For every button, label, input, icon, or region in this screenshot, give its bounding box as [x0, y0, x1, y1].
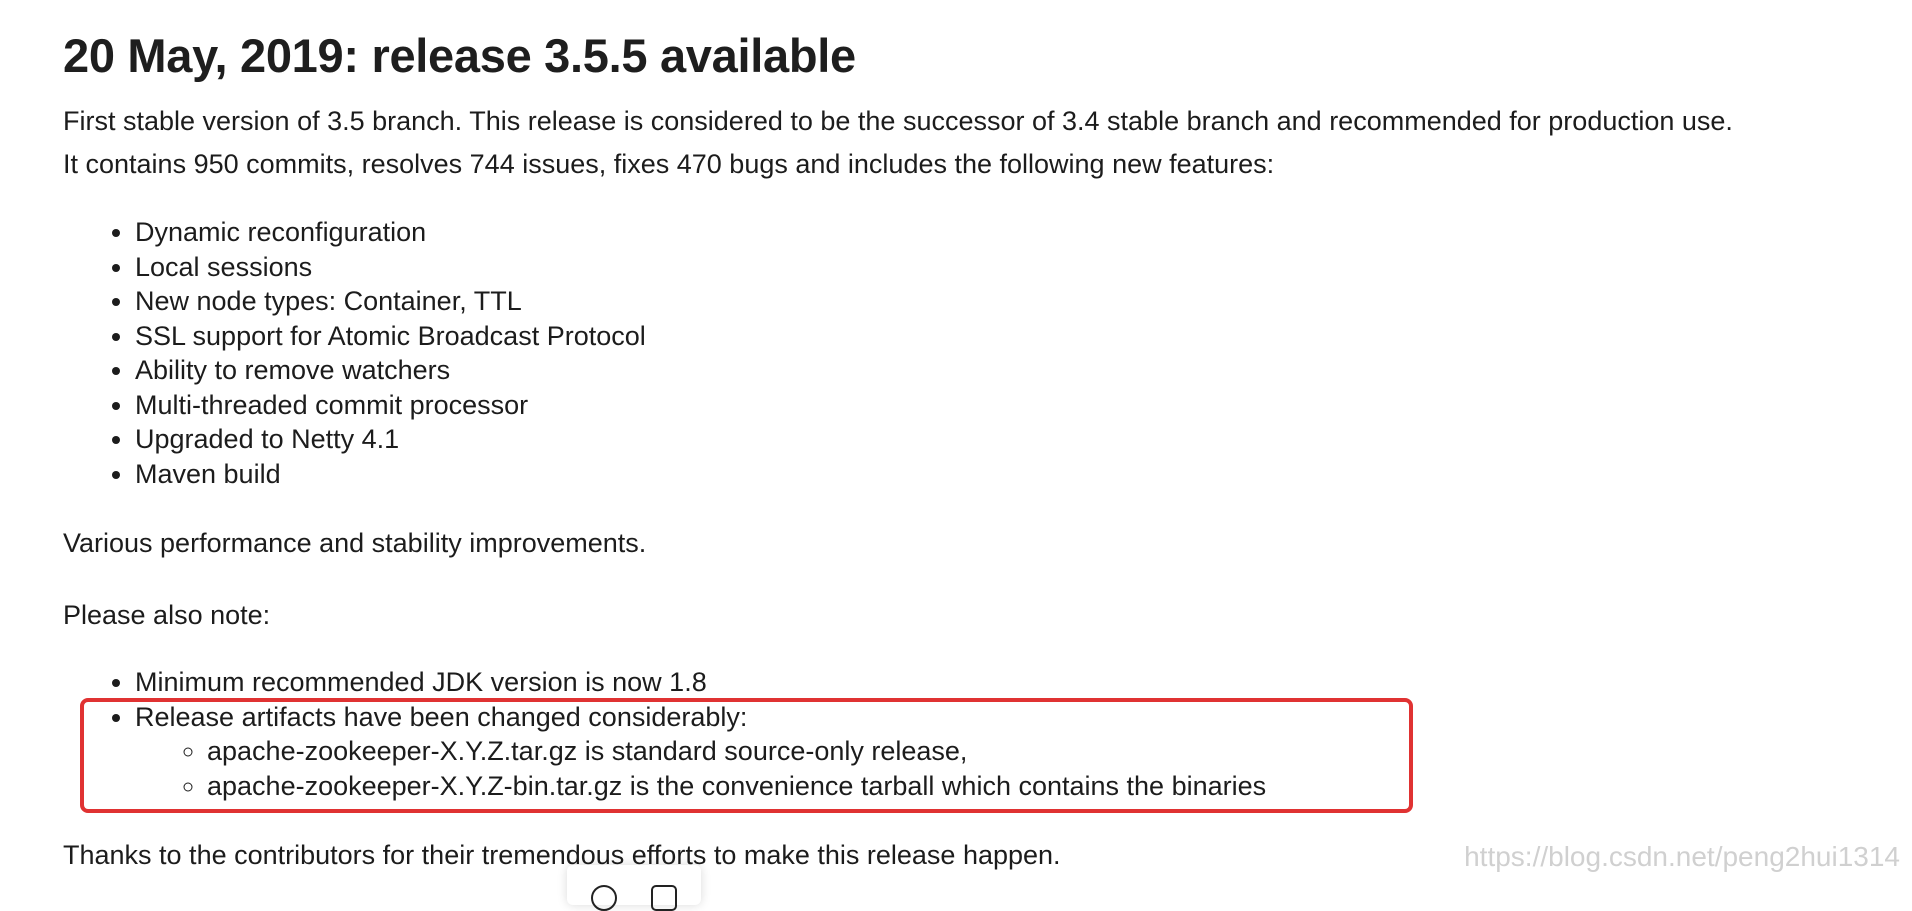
thanks-text: Thanks to the contributors for their tre…: [63, 840, 1061, 870]
improvements-text: Various performance and stability improv…: [63, 528, 647, 558]
list-item: Multi-threaded commit processor: [135, 388, 646, 423]
intro-line-1: First stable version of 3.5 branch. This…: [63, 106, 1733, 136]
list-item: New node types: Container, TTL: [135, 284, 646, 319]
list-item: Ability to remove watchers: [135, 353, 646, 388]
list-item: Maven build: [135, 457, 646, 492]
circle-icon[interactable]: [591, 885, 617, 911]
feature-list: Dynamic reconfiguration Local sessions N…: [63, 215, 646, 491]
list-item: Dynamic reconfiguration: [135, 215, 646, 250]
floating-toolbar: [567, 865, 701, 911]
list-item: Local sessions: [135, 250, 646, 285]
square-icon[interactable]: [651, 885, 677, 911]
list-item: Upgraded to Netty 4.1: [135, 422, 646, 457]
list-item: SSL support for Atomic Broadcast Protoco…: [135, 319, 646, 354]
intro-line-2: It contains 950 commits, resolves 744 is…: [63, 149, 1275, 179]
highlight-annotation-box: [80, 698, 1413, 813]
watermark: https://blog.csdn.net/peng2hui1314: [1464, 841, 1900, 872]
intro-paragraph: First stable version of 3.5 branch. This…: [63, 104, 1733, 190]
note-label: Please also note:: [63, 600, 271, 630]
page-title: 20 May, 2019: release 3.5.5 available: [63, 29, 856, 82]
list-item-jdk: Minimum recommended JDK version is now 1…: [135, 665, 1266, 700]
